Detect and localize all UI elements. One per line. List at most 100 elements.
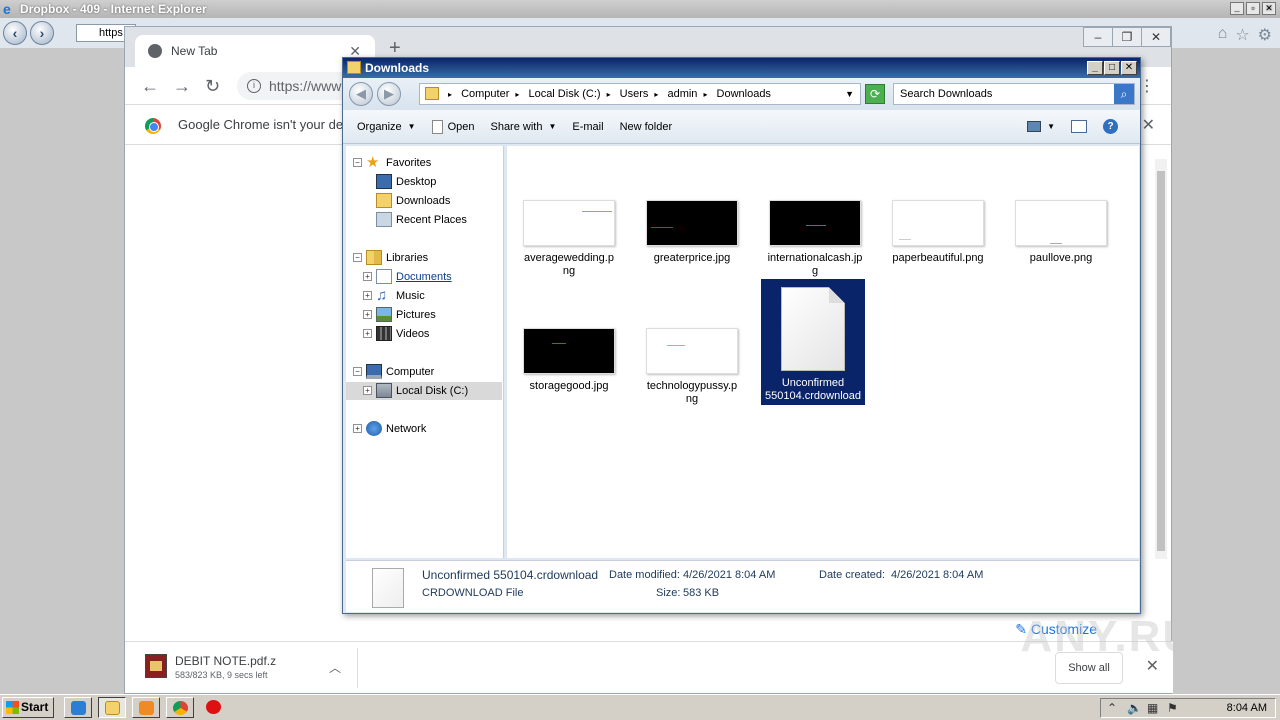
nav-desktop[interactable]: Desktop <box>346 173 502 191</box>
taskbar-explorer[interactable] <box>98 697 126 718</box>
videos-icon <box>376 326 392 341</box>
change-view-icon[interactable] <box>1027 121 1042 132</box>
nav-music[interactable]: + ♫ Music <box>346 287 502 305</box>
preview-pane-icon[interactable] <box>1071 120 1087 133</box>
forward-arrow-icon[interactable]: → <box>173 76 191 97</box>
reload-icon[interactable]: ↻ <box>205 76 220 97</box>
collapse-icon[interactable]: − <box>353 158 362 167</box>
search-placeholder: Search Downloads <box>900 88 993 100</box>
nav-videos[interactable]: + Videos <box>346 325 502 343</box>
explorer-maximize-button[interactable]: □ <box>1104 61 1120 75</box>
explorer-back-button[interactable]: ◀ <box>349 82 373 106</box>
image-thumbnail <box>523 328 615 374</box>
breadcrumb-computer[interactable]: Computer <box>461 88 509 100</box>
ie-close-button[interactable]: ✕ <box>1262 2 1276 15</box>
nav-favorites[interactable]: − ★ Favorites <box>346 154 502 172</box>
file-item[interactable]: greaterprice.jpg <box>640 200 744 265</box>
details-pane: Unconfirmed 550104.crdownload CRDOWNLOAD… <box>346 560 1139 612</box>
ie-back-button[interactable]: ‹ <box>3 21 27 45</box>
start-button[interactable]: Start <box>2 697 54 718</box>
explorer-close-button[interactable]: ✕ <box>1121 61 1137 75</box>
file-item[interactable]: paperbeautiful.png <box>886 200 990 265</box>
nav-label: Documents <box>396 271 452 283</box>
refresh-icon[interactable]: ⟳ <box>865 84 885 104</box>
file-item-selected[interactable]: Unconfirmed 550104.crdownload <box>761 279 865 405</box>
breadcrumb-users[interactable]: Users <box>620 88 649 100</box>
explorer-window: Downloads _ □ ✕ ◀ ▶ ▸ Computer ▸ Local Di… <box>342 57 1141 614</box>
home-icon[interactable]: ⌂ <box>1218 25 1228 45</box>
expand-icon[interactable]: + <box>353 424 362 433</box>
nav-label: Local Disk (C:) <box>396 385 469 397</box>
gear-icon[interactable]: ⚙ <box>1258 25 1272 45</box>
chrome-menu-icon[interactable]: ⋮ <box>1139 76 1155 96</box>
expand-icon[interactable]: + <box>363 291 372 300</box>
search-input[interactable]: Search Downloads ⌕ <box>893 83 1135 105</box>
chrome-close-button[interactable]: ✕ <box>1141 27 1171 47</box>
file-item[interactable]: technologypussy.p ng <box>640 328 744 406</box>
explorer-minimize-button[interactable]: _ <box>1087 61 1103 75</box>
nav-documents[interactable]: + Documents <box>346 268 502 286</box>
nav-network[interactable]: + Network <box>346 420 502 438</box>
ie-forward-button[interactable]: › <box>30 21 54 45</box>
chevron-down-icon[interactable]: ▼ <box>1047 122 1055 131</box>
chrome-scrollbar[interactable] <box>1155 159 1167 559</box>
file-item[interactable]: averagewedding.p ng <box>517 200 621 278</box>
nav-downloads[interactable]: Downloads <box>346 192 502 210</box>
ie-maximize-button[interactable]: ▫ <box>1246 2 1260 15</box>
download-item[interactable]: DEBIT NOTE.pdf.z 583/823 KB, 9 secs left… <box>139 650 359 686</box>
ie-logo-icon: e <box>3 1 11 17</box>
breadcrumb-local-disk[interactable]: Local Disk (C:) <box>528 88 600 100</box>
share-with-button[interactable]: Share with ▼ <box>490 121 556 133</box>
file-item[interactable]: internationalcash.jp g <box>763 200 867 278</box>
expand-icon[interactable]: + <box>363 329 372 338</box>
search-icon[interactable]: ⌕ <box>1114 84 1134 104</box>
help-icon[interactable]: ? <box>1103 119 1118 134</box>
organize-button[interactable]: Organize ▼ <box>357 121 416 133</box>
show-hidden-icons-icon[interactable]: ⌃ <box>1107 701 1117 715</box>
breadcrumb-admin[interactable]: admin <box>667 88 697 100</box>
email-button[interactable]: E-mail <box>572 121 603 133</box>
system-tray: ⌃ 🔈 ▦ ⚑ 8:04 AM <box>1100 698 1276 718</box>
taskbar-ie[interactable] <box>64 697 92 718</box>
favorites-star-icon[interactable]: ☆ <box>1235 25 1249 45</box>
scrollbar-thumb[interactable] <box>1157 171 1165 551</box>
libraries-icon <box>366 250 382 265</box>
taskbar-media-player[interactable] <box>132 697 160 718</box>
collapse-icon[interactable]: − <box>353 367 362 376</box>
volume-icon[interactable]: 🔈 <box>1127 701 1142 715</box>
info-icon[interactable]: i <box>247 79 261 93</box>
nav-label: Pictures <box>396 309 436 321</box>
collapse-icon[interactable]: − <box>353 253 362 262</box>
taskbar-security[interactable] <box>200 697 228 718</box>
chrome-minimize-button[interactable]: – <box>1083 27 1113 47</box>
expand-icon[interactable]: + <box>363 386 372 395</box>
chevron-down-icon[interactable]: ▼ <box>845 84 854 104</box>
details-size-label: Size: <box>656 587 681 599</box>
file-item[interactable]: paullove.png <box>1009 200 1113 265</box>
nav-local-disk[interactable]: + Local Disk (C:) <box>346 382 502 400</box>
details-modified-label: Date modified: <box>609 569 680 581</box>
new-folder-button[interactable]: New folder <box>620 121 673 133</box>
breadcrumb[interactable]: ▸ Computer ▸ Local Disk (C:) ▸ Users ▸ admi… <box>419 83 861 105</box>
explorer-forward-button[interactable]: ▶ <box>377 82 401 106</box>
taskbar-chrome[interactable] <box>166 697 194 718</box>
chrome-tab-new-tab[interactable]: New Tab ✕ <box>135 35 375 67</box>
chrome-restore-button[interactable]: ❐ <box>1112 27 1142 47</box>
file-item[interactable]: storagegood.jpg <box>517 328 621 393</box>
expand-icon[interactable]: + <box>363 310 372 319</box>
nav-recent-places[interactable]: Recent Places <box>346 211 502 229</box>
back-arrow-icon[interactable]: ← <box>141 76 159 97</box>
file-name-cont: ng <box>685 393 699 405</box>
infobar-close-icon[interactable]: ✕ <box>1142 115 1155 135</box>
action-center-flag-icon[interactable]: ⚑ <box>1167 701 1178 715</box>
nav-computer[interactable]: − Computer <box>346 363 502 381</box>
ie-minimize-button[interactable]: _ <box>1230 2 1244 15</box>
nav-libraries[interactable]: − Libraries <box>346 249 502 267</box>
network-tray-icon[interactable]: ▦ <box>1147 701 1158 715</box>
breadcrumb-downloads[interactable]: Downloads <box>717 88 771 100</box>
chevron-up-icon[interactable]: ︿ <box>329 659 341 676</box>
open-button[interactable]: Open <box>431 119 474 134</box>
clock[interactable]: 8:04 AM <box>1227 702 1267 714</box>
nav-pictures[interactable]: + Pictures <box>346 306 502 324</box>
expand-icon[interactable]: + <box>363 272 372 281</box>
